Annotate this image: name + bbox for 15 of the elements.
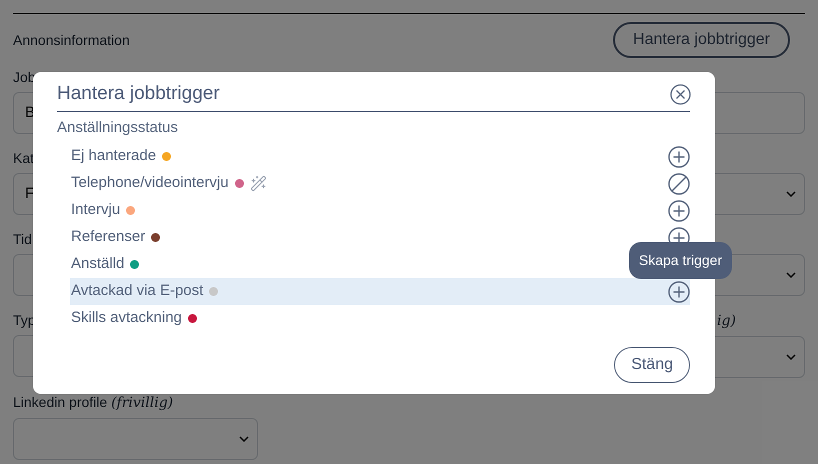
dialog-title: Hantera jobbtrigger (57, 82, 220, 106)
section-subtitle: Anställningsstatus (57, 118, 178, 138)
status-name: Telephone/videointervju (71, 173, 229, 194)
field-label: Kat (13, 149, 34, 167)
field-label: Tid (13, 230, 32, 248)
status-name: Ej hanterade (71, 146, 156, 166)
tooltip: Skapa trigger (629, 242, 732, 279)
status-name: Anställd (71, 254, 124, 274)
field-label: Linkedin profile (frivillig) (13, 393, 174, 412)
status-name: Referenser (71, 227, 146, 248)
status-name: Skills avtackning (71, 308, 182, 328)
field-label: ig) (717, 312, 736, 330)
section-title: Annonsinformation (13, 30, 130, 50)
status-name: Intervju (71, 200, 120, 220)
status-name: Avtackad via E-post (71, 281, 204, 302)
